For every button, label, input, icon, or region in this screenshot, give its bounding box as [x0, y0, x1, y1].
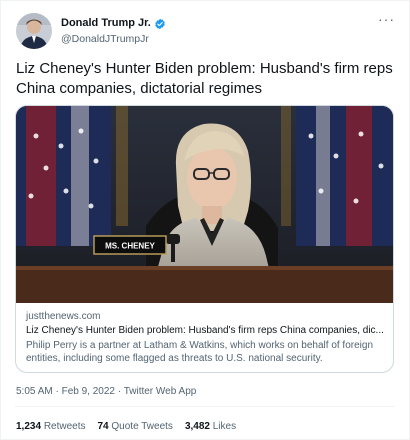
tweet-text: Liz Cheney's Hunter Biden problem: Husba… [16, 60, 393, 97]
card-nameplate: MS. CHENEY [105, 242, 155, 251]
tweet-date[interactable]: Feb 9, 2022 [62, 386, 115, 397]
avatar[interactable] [16, 13, 52, 49]
tweet-time[interactable]: 5:05 AM [16, 386, 53, 397]
retweets-stat[interactable]: 1,234 Retweets [16, 421, 86, 432]
likes-label: Likes [212, 421, 237, 432]
card-meta: justthenews.com Liz Cheney's Hunter Bide… [26, 310, 386, 365]
meta-separator-2: · [114, 386, 124, 397]
retweets-label: Retweets [43, 421, 86, 432]
card-description: Philip Perry is a partner at Latham & Wa… [26, 340, 374, 364]
tweet-source[interactable]: Twitter Web App [124, 386, 197, 397]
timestamp-row: 5:05 AM · Feb 9, 2022 · Twitter Web App [16, 386, 196, 397]
meta-separator: · [52, 386, 62, 397]
user-names: Donald Trump Jr. @DonaldJTrumpJr [61, 15, 166, 45]
retweets-count: 1,234 [16, 421, 42, 432]
divider [15, 406, 395, 407]
verified-badge-icon [154, 17, 166, 29]
more-options-icon[interactable]: ··· [378, 11, 395, 27]
quotes-count: 74 [97, 421, 109, 432]
display-name[interactable]: Donald Trump Jr. [61, 17, 151, 29]
card-title[interactable]: Liz Cheney's Hunter Biden problem: Husba… [26, 324, 384, 338]
link-preview-card[interactable]: MS. CHENEY justthenews.com Liz Cheney's … [15, 105, 394, 373]
quotes-label: Quote Tweets [111, 421, 173, 432]
tweet-container: Donald Trump Jr. @DonaldJTrumpJr ··· Liz… [0, 0, 410, 440]
likes-stat[interactable]: 3,482 Likes [185, 421, 236, 432]
card-domain[interactable]: justthenews.com [26, 310, 386, 323]
card-image: MS. CHENEY [16, 106, 393, 303]
user-handle[interactable]: @DonaldJTrumpJr [61, 33, 166, 45]
quote-tweets-stat[interactable]: 74 Quote Tweets [98, 421, 173, 432]
engagement-stats: 1,234 Retweets 74 Quote Tweets 3,482 Lik… [16, 421, 236, 432]
tweet-header: Donald Trump Jr. @DonaldJTrumpJr ··· [13, 11, 399, 51]
likes-count: 3,482 [184, 421, 210, 432]
